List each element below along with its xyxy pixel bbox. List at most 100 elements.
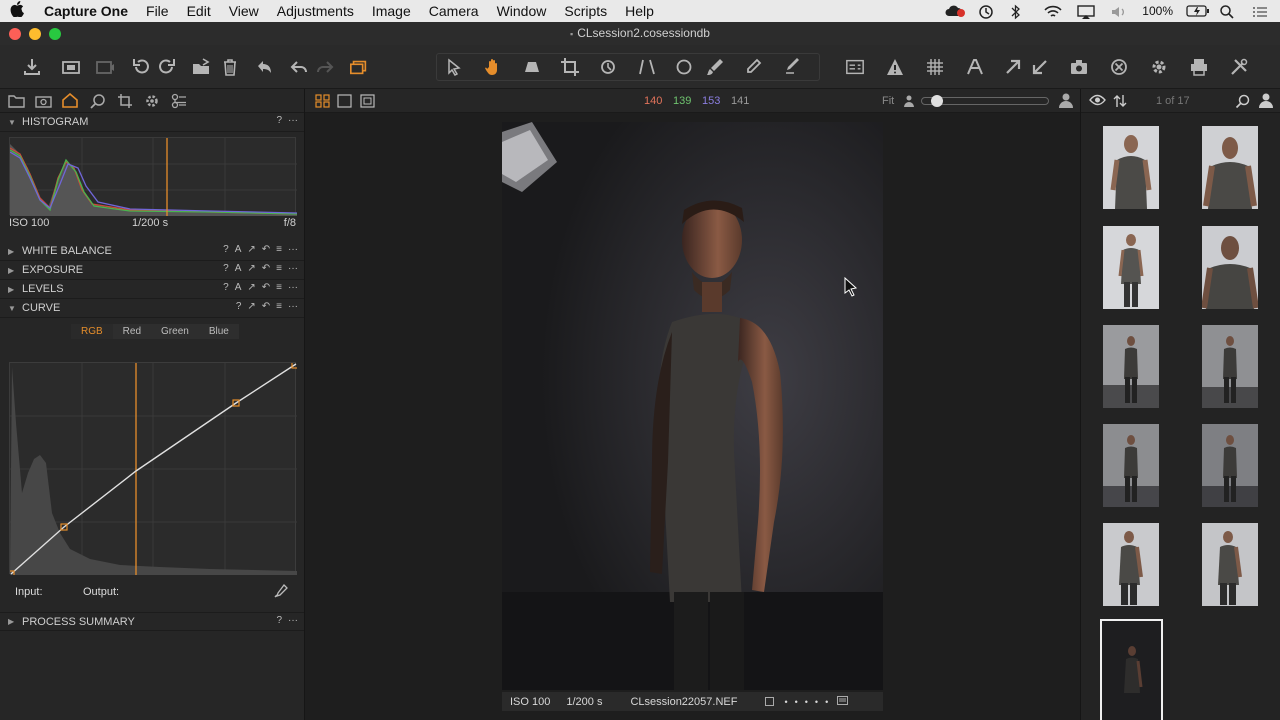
thumbnail[interactable] — [1103, 226, 1159, 309]
color-tab-icon[interactable] — [61, 92, 80, 110]
process-summary-header[interactable]: ▶ PROCESS SUMMARY ? ··· — [0, 612, 304, 631]
reset-tool-icon[interactable]: ↶ — [262, 301, 270, 312]
proof-view-icon[interactable] — [844, 57, 866, 77]
thumbnail[interactable] — [1202, 523, 1258, 606]
volume-icon[interactable] — [1109, 4, 1129, 18]
edit-selected-arrow-icon[interactable] — [1002, 57, 1024, 77]
battery-icon[interactable] — [1186, 4, 1209, 18]
copy-apply-icon[interactable]: ↗ — [247, 244, 255, 255]
picker-icon[interactable] — [742, 57, 764, 77]
circle-mask-icon[interactable] — [673, 57, 695, 77]
rotate-left-icon[interactable] — [130, 57, 152, 77]
copy-apply-icon[interactable]: ↗ — [247, 263, 255, 274]
capture-icon[interactable] — [60, 57, 82, 77]
zoom-slider[interactable] — [921, 95, 1049, 107]
expand-triangle-icon[interactable]: ▶ — [8, 266, 22, 275]
help-icon[interactable]: ? — [276, 615, 282, 626]
thumbnail[interactable] — [1103, 523, 1159, 606]
rotate-right-icon[interactable] — [156, 57, 178, 77]
reset-tool-icon[interactable]: ↶ — [262, 244, 270, 255]
expand-triangle-icon[interactable]: ▶ — [8, 247, 22, 256]
more-icon[interactable]: ··· — [288, 282, 298, 293]
white-balance-header[interactable]: ▶ WHITE BALANCE ? A ↗ ↶ ≡ ··· — [0, 242, 304, 261]
overlay-text-icon[interactable] — [964, 57, 986, 77]
thumbnail[interactable] — [1202, 325, 1258, 408]
menu-help[interactable]: Help — [616, 3, 663, 19]
trash-icon[interactable] — [219, 57, 241, 77]
camera-icon[interactable] — [1068, 57, 1090, 77]
bluetooth-icon[interactable] — [1010, 4, 1030, 20]
auto-icon[interactable]: A — [235, 263, 242, 274]
eye-icon[interactable] — [1089, 94, 1106, 109]
thumbnail[interactable] — [1202, 424, 1258, 507]
more-icon[interactable]: ··· — [288, 115, 298, 126]
presets-icon[interactable]: ≡ — [276, 244, 282, 255]
undo-icon[interactable] — [288, 57, 310, 77]
redo-icon[interactable] — [314, 57, 336, 77]
camera-focus-icon[interactable] — [521, 57, 543, 77]
copy-apply-icon[interactable]: ↗ — [247, 282, 255, 293]
exposure-header[interactable]: ▶ EXPOSURE ? A ↗ ↶ ≡ ··· — [0, 261, 304, 280]
expand-triangle-icon[interactable]: ▶ — [8, 285, 22, 294]
apple-menu-icon[interactable] — [0, 1, 34, 21]
help-icon[interactable]: ? — [276, 115, 282, 126]
presets-icon[interactable]: ≡ — [276, 301, 282, 312]
tab-red[interactable]: Red — [113, 324, 151, 339]
collapse-triangle-icon[interactable]: ▼ — [8, 118, 22, 127]
single-view-icon[interactable] — [337, 94, 352, 111]
reject-icon[interactable] — [1108, 57, 1130, 77]
exposure-warning-icon[interactable] — [884, 57, 906, 77]
reset-tool-icon[interactable]: ↶ — [262, 263, 270, 274]
more-icon[interactable]: ··· — [288, 244, 298, 255]
help-icon[interactable]: ? — [236, 301, 242, 312]
menu-edit[interactable]: Edit — [178, 3, 220, 19]
library-tab-folder-icon[interactable] — [7, 92, 26, 110]
spotlight-icon[interactable] — [1219, 4, 1239, 19]
settings-gear-icon[interactable] — [1148, 57, 1170, 77]
select-checkbox-icon[interactable] — [765, 697, 775, 706]
proof-margins-icon[interactable] — [360, 94, 375, 111]
menu-adjustments[interactable]: Adjustments — [268, 3, 363, 19]
color-tag-icon[interactable] — [837, 695, 849, 708]
capture-tab-camera-icon[interactable] — [34, 92, 53, 110]
menu-window[interactable]: Window — [488, 3, 556, 19]
thumbnail[interactable] — [1202, 226, 1258, 309]
rotate-tool-icon[interactable] — [597, 57, 619, 77]
tab-rgb[interactable]: RGB — [71, 324, 113, 339]
adjustments-tab-gear-icon[interactable] — [142, 92, 161, 110]
print-icon[interactable] — [1188, 57, 1210, 77]
reset-tool-icon[interactable]: ↶ — [262, 282, 270, 293]
multi-view-icon[interactable] — [315, 94, 330, 111]
edit-all-arrow-icon[interactable] — [1029, 57, 1051, 77]
thumbnail[interactable] — [1103, 325, 1159, 408]
help-icon[interactable]: ? — [223, 282, 229, 293]
time-machine-icon[interactable] — [977, 4, 997, 19]
help-icon[interactable]: ? — [223, 244, 229, 255]
histogram-header[interactable]: ▼ HISTOGRAM ? ··· — [0, 113, 304, 132]
details-tab-search-icon[interactable] — [88, 92, 107, 110]
presets-icon[interactable]: ≡ — [276, 263, 282, 274]
levels-header[interactable]: ▶ LEVELS ? A ↗ ↶ ≡ ··· — [0, 280, 304, 299]
menu-scripts[interactable]: Scripts — [555, 3, 616, 19]
grid-icon[interactable] — [924, 57, 946, 77]
menu-camera[interactable]: Camera — [420, 3, 488, 19]
tab-blue[interactable]: Blue — [199, 324, 239, 339]
more-icon[interactable]: ··· — [288, 615, 298, 626]
expand-triangle-icon[interactable]: ▶ — [8, 617, 22, 626]
help-icon[interactable]: ? — [223, 263, 229, 274]
lens-tab-crop-icon[interactable] — [115, 92, 134, 110]
curve-header[interactable]: ▼ CURVE ? ↗ ↶ ≡ ··· — [0, 299, 304, 318]
copy-apply-icon[interactable]: ↗ — [247, 301, 255, 312]
thumbnail[interactable] — [1202, 126, 1258, 209]
pan-hand-icon[interactable] — [482, 57, 504, 77]
sort-icon[interactable] — [1113, 94, 1127, 111]
crop-icon[interactable] — [559, 57, 581, 77]
notification-center-icon[interactable] — [1252, 4, 1272, 18]
select-cursor-icon[interactable] — [443, 57, 465, 77]
move-to-folder-icon[interactable] — [190, 57, 212, 77]
presets-icon[interactable]: ≡ — [276, 282, 282, 293]
browser-person-icon[interactable] — [1259, 93, 1273, 111]
reset-icon[interactable] — [253, 57, 275, 77]
collapse-triangle-icon[interactable]: ▼ — [8, 304, 22, 313]
menu-image[interactable]: Image — [363, 3, 420, 19]
